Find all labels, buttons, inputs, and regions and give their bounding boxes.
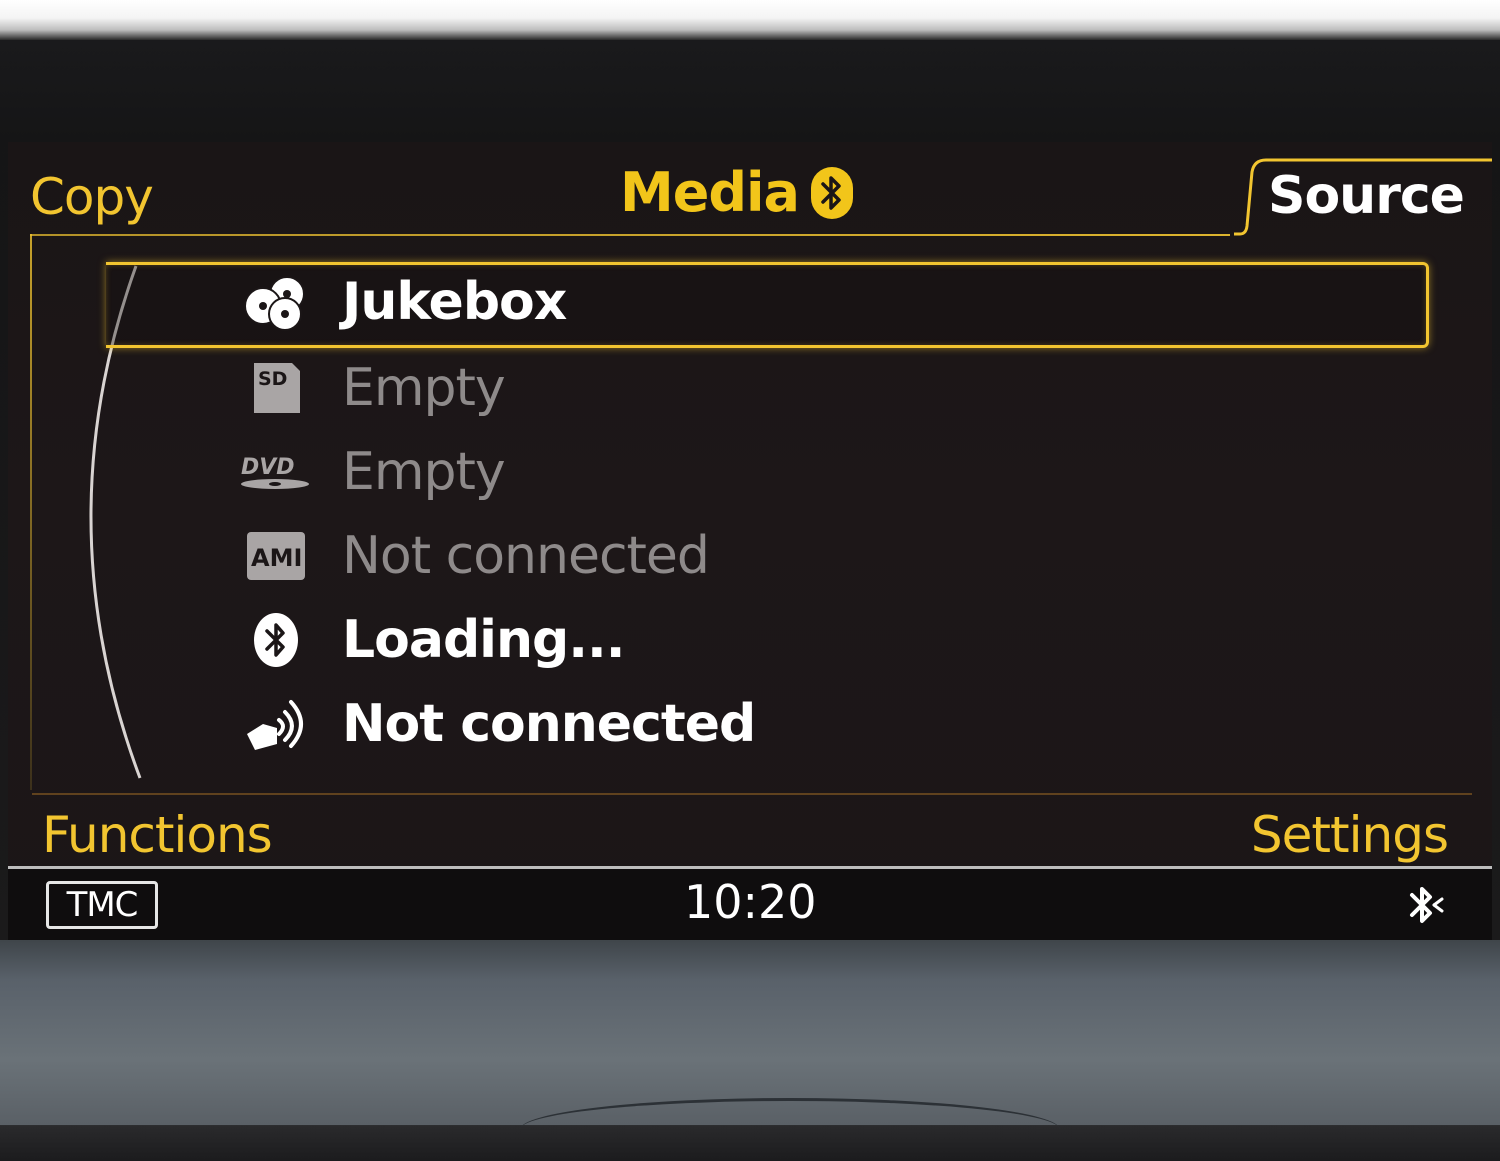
bluetooth-status-icon [1406,883,1446,931]
source-item-dvd[interactable]: DVD Empty [238,432,506,512]
dvd-icon: DVD [238,440,314,504]
svg-text:DVD: DVD [241,455,295,480]
clock: 10:20 [684,875,817,929]
dashboard-vent-curve [520,1098,1060,1161]
tmc-badge: TMC [46,881,158,929]
ami-icon: AMI [238,524,314,588]
copy-softkey[interactable]: Copy [30,172,154,222]
status-bar: TMC 10:20 [8,869,1492,940]
source-tab[interactable]: Source [1268,170,1465,222]
bluetooth-badge-icon [810,167,853,219]
svg-text:AMI: AMI [251,544,302,572]
list-frame-left [30,234,32,790]
list-frame-bottom [32,793,1472,795]
source-item-sd-card[interactable]: SD Empty [238,348,506,428]
source-label: Empty [342,442,506,502]
sd-card-icon: SD [238,356,314,420]
source-item-jukebox[interactable]: Jukebox [238,262,567,342]
bluetooth-icon [238,608,314,672]
source-label: Jukebox [342,272,567,332]
jukebox-discs-icon [238,270,314,334]
svg-text:SD: SD [258,368,287,390]
source-item-bluetooth[interactable]: Loading... [238,600,625,680]
aux-audio-icon [238,692,314,756]
list-frame-top [30,234,1230,236]
dashboard-bezel-top [0,0,1500,40]
source-item-aux-audio[interactable]: Not connected [238,684,756,764]
source-label: Empty [342,358,506,418]
functions-softkey[interactable]: Functions [42,810,273,860]
mmi-screen: Copy Media Source Jukebox SD Empty DVD E… [8,142,1492,940]
source-label: Loading... [342,610,625,670]
page-title: Media [620,161,800,224]
source-label: Not connected [342,526,710,586]
screen-title: Media [620,166,853,220]
source-label: Not connected [342,694,756,754]
source-item-ami[interactable]: AMI Not connected [238,516,710,596]
dashboard-lower-trim [0,940,1500,1125]
settings-softkey[interactable]: Settings [1251,810,1449,860]
